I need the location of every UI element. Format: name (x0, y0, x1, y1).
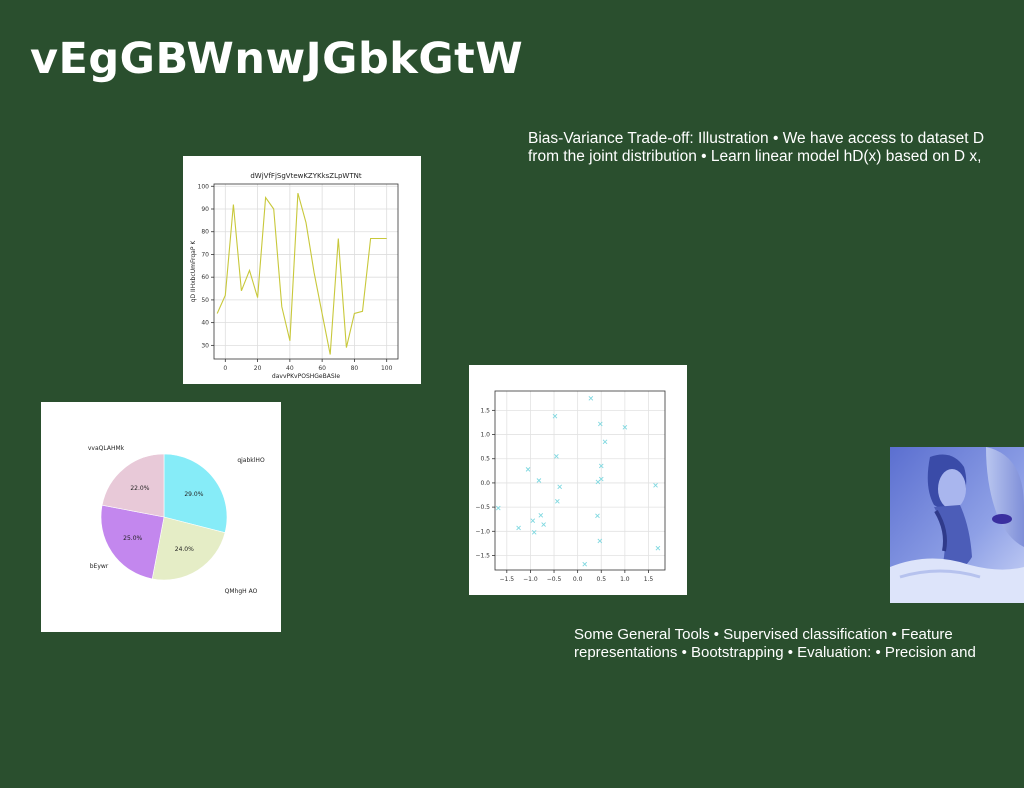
scatter-point (588, 395, 594, 401)
scatter-point (538, 513, 544, 518)
text-line: Bias-Variance Trade-off: Illustration • … (528, 130, 985, 147)
pie-chart-card: 29.0% qjabklHO 24.0% QMhgH AO 25.0% bEywr 22.0… (41, 402, 281, 632)
y-axis-label: qD IIHxbcUmFrqaP K (190, 240, 197, 303)
scatter-point (525, 467, 531, 472)
scatter-point (602, 439, 608, 445)
scatter-point (555, 498, 560, 504)
y-tick-label: 100 (198, 183, 210, 190)
pie-percent-label: 24.0% (175, 546, 194, 553)
y-tick-label: 90 (201, 206, 209, 213)
pie-percent-label: 22.0% (130, 485, 149, 492)
pie-chart: 29.0% qjabklHO 24.0% QMhgH AO 25.0% bEywr 22.0… (88, 445, 265, 595)
scatter-point (595, 513, 600, 519)
scatter-point (516, 525, 521, 531)
x-tick-label: −0.5 (547, 576, 562, 583)
x-tick-label: 20 (254, 365, 262, 372)
scatter-point (582, 561, 588, 567)
y-tick-label: 80 (201, 229, 209, 236)
x-tick-label: 40 (286, 365, 294, 372)
line-chart: 0 20 40 60 80 100 30 40 50 60 70 80 90 100 dWjVfFjSgVt… (190, 172, 399, 380)
slide-title: vEgGBWnwJGbkGtW (30, 34, 524, 84)
scatter-chart-card: −1.5 −1.0 −0.5 0.0 0.5 1.0 1.5 −1.5 −1.0 −0.5 0.0 0… (469, 365, 687, 595)
y-tick-label: 60 (201, 274, 209, 281)
y-tick-label: 40 (201, 320, 209, 327)
scatter-point (495, 505, 501, 511)
pie-slice-label: vvaQLAHMk (88, 445, 125, 452)
scatter-point (536, 478, 542, 483)
y-tick-label: −1.0 (475, 528, 490, 535)
x-tick-label: 1.0 (620, 576, 630, 583)
y-tick-label: 1.5 (480, 407, 490, 414)
x-tick-label: −1.0 (523, 576, 538, 583)
x-tick-label: 0.0 (573, 576, 583, 583)
person-photo (890, 447, 1024, 603)
x-tick-label: 60 (318, 365, 326, 372)
scatter-point (597, 421, 603, 427)
pie-percent-label: 29.0% (184, 491, 203, 498)
scatter-point (531, 529, 537, 535)
scatter-chart: −1.5 −1.0 −0.5 0.0 0.5 1.0 1.5 −1.5 −1.0 −0.5 0.0 0… (475, 390, 666, 583)
scatter-point (557, 484, 563, 490)
x-tick-label: 80 (351, 365, 359, 372)
text-line: representations • Bootstrapping • Evalua… (574, 644, 976, 661)
y-tick-label: 0.0 (480, 480, 490, 487)
photo-image (890, 447, 1024, 603)
scatter-point (655, 545, 661, 551)
scatter-point (552, 413, 558, 419)
x-tick-label: −1.5 (500, 576, 515, 583)
x-tick-label: 0 (223, 365, 227, 372)
pie-slice-label: qjabklHO (237, 457, 265, 464)
plot-frame (494, 390, 666, 571)
y-tick-label: 30 (201, 342, 209, 349)
x-tick-label: 1.5 (644, 576, 654, 583)
x-tick-label: 100 (381, 365, 393, 372)
scatter-point (653, 483, 658, 488)
y-tick-label: 1.0 (480, 432, 490, 439)
pie-slice-label: QMhgH AO (225, 588, 258, 595)
text-block-bias-variance: Bias-Variance Trade-off: Illustration • … (528, 130, 984, 166)
y-tick-label: 0.5 (480, 456, 490, 463)
text-block-general-tools: Some General Tools • Supervised classifi… (574, 626, 976, 662)
y-tick-label: 50 (201, 297, 209, 304)
pie-slice-label: bEywr (90, 563, 109, 570)
line-chart-card: 0 20 40 60 80 100 30 40 50 60 70 80 90 100 dWjVfFjSgVt… (183, 156, 421, 384)
scatter-point (554, 453, 559, 459)
text-line: from the joint distribution • Learn line… (528, 148, 982, 165)
y-tick-label: 70 (201, 251, 209, 258)
text-line: Some General Tools • Supervised classifi… (574, 626, 953, 643)
x-tick-label: 0.5 (596, 576, 606, 583)
pie-percent-label: 25.0% (123, 535, 142, 542)
y-tick-label: −1.5 (475, 552, 490, 559)
data-series-line (216, 192, 387, 355)
scatter-point (530, 518, 536, 523)
y-tick-label: −0.5 (475, 504, 490, 511)
chart-title: dWjVfFjSgVtewKZYKksZLpWTNt (250, 172, 362, 180)
x-axis-label: davvPKvPOSHGeBASIe (272, 373, 340, 380)
scatter-point (541, 522, 546, 527)
plot-frame (213, 183, 399, 360)
